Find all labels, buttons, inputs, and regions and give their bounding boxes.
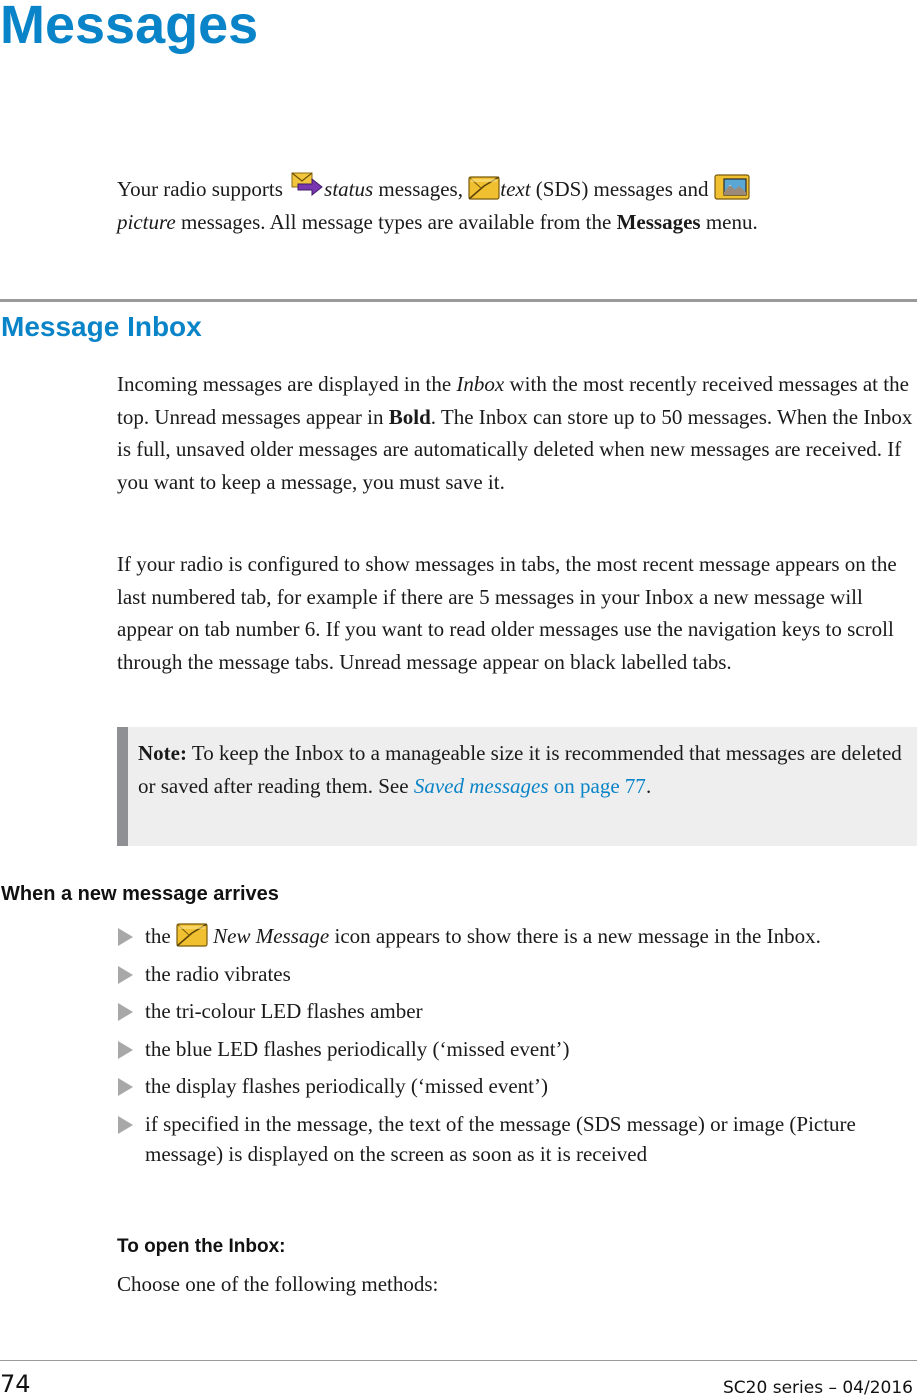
inbox-word: Inbox (456, 372, 505, 396)
footer-divider (0, 1360, 917, 1361)
new-message-label: New Message (213, 924, 330, 948)
procedure-text: Choose one of the following methods: (117, 1272, 439, 1296)
bullet-triangle-icon (118, 1115, 133, 1134)
list-item: the New Message icon appears to show the… (117, 921, 917, 951)
note-end: . (645, 773, 652, 798)
saved-messages-link[interactable]: Saved messages on page 77 (414, 774, 646, 798)
item-text: the display flashes periodically (‘misse… (145, 1074, 548, 1098)
paragraph-text: Incoming messages are displayed in the (117, 372, 457, 396)
note-label: Note: (138, 741, 187, 765)
bullet-triangle-icon (118, 1040, 133, 1059)
list-item: the tri-colour LED flashes amber (117, 996, 917, 1026)
bullet-triangle-icon (118, 1003, 133, 1021)
link-page: on page 77 (548, 773, 646, 798)
messages-menu-name: Messages (616, 210, 701, 234)
text-message-icon (468, 176, 500, 200)
page-number: 74 (0, 1370, 31, 1398)
inbox-paragraph: Incoming messages are displayed in the I… (117, 368, 917, 498)
procedure-heading: To open the Inbox: (117, 1236, 286, 1257)
link-title: Saved messages (413, 773, 549, 798)
intro-text: messages, (373, 177, 469, 201)
new-message-icon (176, 923, 208, 947)
item-text: the blue LED flashes periodically (‘miss… (145, 1036, 570, 1061)
bullet-triangle-icon (118, 1078, 133, 1096)
intro-paragraph: Your radio supports status messages, tex… (117, 172, 907, 239)
list-item: if specified in the message, the text of… (117, 1109, 917, 1169)
arrival-list: the New Message icon appears to show the… (117, 921, 917, 1176)
item-text: icon appears to show there is a new mess… (329, 924, 821, 948)
tabs-paragraph: If your radio is configured to show mess… (117, 552, 897, 674)
document-series: SC20 series – 04/2016 (723, 1378, 913, 1398)
item-text: the radio vibrates (145, 961, 291, 986)
bullet-triangle-icon (118, 928, 133, 946)
list-item: the radio vibrates (117, 959, 917, 989)
intro-text: (SDS) messages and (530, 177, 714, 201)
item-text: if specified in the message, the text of… (145, 1111, 856, 1166)
page-title: Messages (0, 0, 259, 55)
item-text: the (145, 924, 176, 948)
section-divider (0, 299, 917, 302)
status-word: status (324, 177, 374, 201)
intro-text: Your radio supports (117, 177, 289, 201)
bold-word: Bold (388, 404, 431, 429)
picture-word: picture (117, 210, 176, 234)
intro-text: messages. All message types are availabl… (175, 210, 617, 234)
bullet-triangle-icon (118, 965, 133, 984)
note-box: Note: To keep the Inbox to a manageable … (117, 727, 917, 846)
list-item: the display flashes periodically (‘misse… (117, 1071, 917, 1101)
list-item: the blue LED flashes periodically (‘miss… (117, 1034, 917, 1064)
arrival-heading: When a new message arrives (1, 883, 279, 905)
status-message-icon (288, 172, 324, 198)
text-word: text (500, 177, 531, 201)
picture-message-icon (714, 174, 750, 200)
section-heading: Message Inbox (1, 311, 202, 342)
intro-text: menu. (700, 210, 758, 234)
item-text: the tri-colour LED flashes amber (145, 999, 423, 1023)
